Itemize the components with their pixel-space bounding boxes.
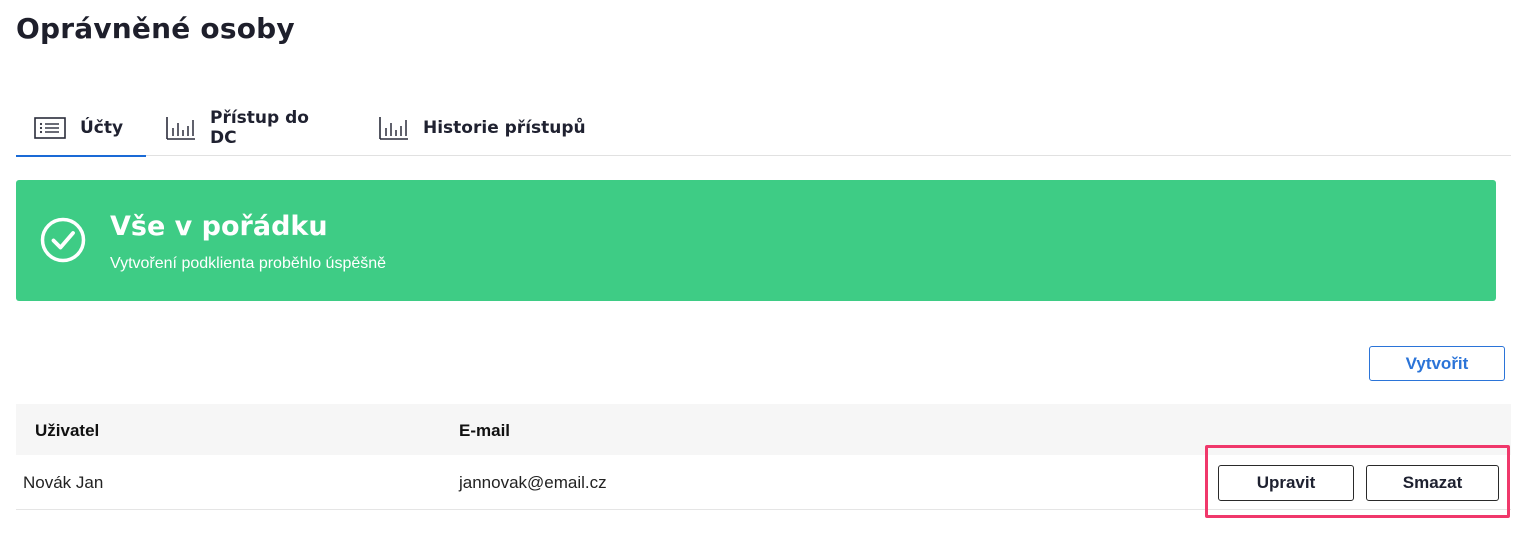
tab-dc-access[interactable]: Přístup do DC [146, 100, 359, 156]
page-title: Oprávněné osoby [16, 12, 295, 45]
tab-access-history[interactable]: Historie přístupů [359, 100, 606, 156]
edit-button[interactable]: Upravit [1218, 465, 1354, 501]
bar-chart-icon [379, 116, 409, 140]
tab-accounts[interactable]: Účty [16, 100, 146, 157]
check-circle-icon [40, 217, 86, 263]
tab-bar: Účty Přístup do DC Historie přístupů [16, 100, 1511, 157]
list-icon [34, 117, 66, 139]
create-button[interactable]: Vytvořit [1369, 346, 1505, 381]
tab-accounts-label: Účty [80, 118, 124, 138]
alert-title: Vše v pořádku [110, 211, 328, 242]
bar-chart-icon [166, 116, 196, 140]
cell-email: jannovak@email.cz [459, 473, 607, 492]
alert-message: Vytvoření podklienta proběhlo úspěšně [110, 255, 387, 272]
tab-access-history-label: Historie přístupů [423, 118, 586, 138]
column-header-email: E-mail [459, 421, 511, 440]
column-header-user: Uživatel [35, 421, 100, 440]
tab-dc-access-label: Přístup do DC [210, 108, 309, 148]
delete-button[interactable]: Smazat [1366, 465, 1499, 501]
success-alert: Vše v pořádku Vytvoření podklienta probě… [16, 180, 1496, 301]
cell-user: Novák Jan [23, 473, 104, 492]
